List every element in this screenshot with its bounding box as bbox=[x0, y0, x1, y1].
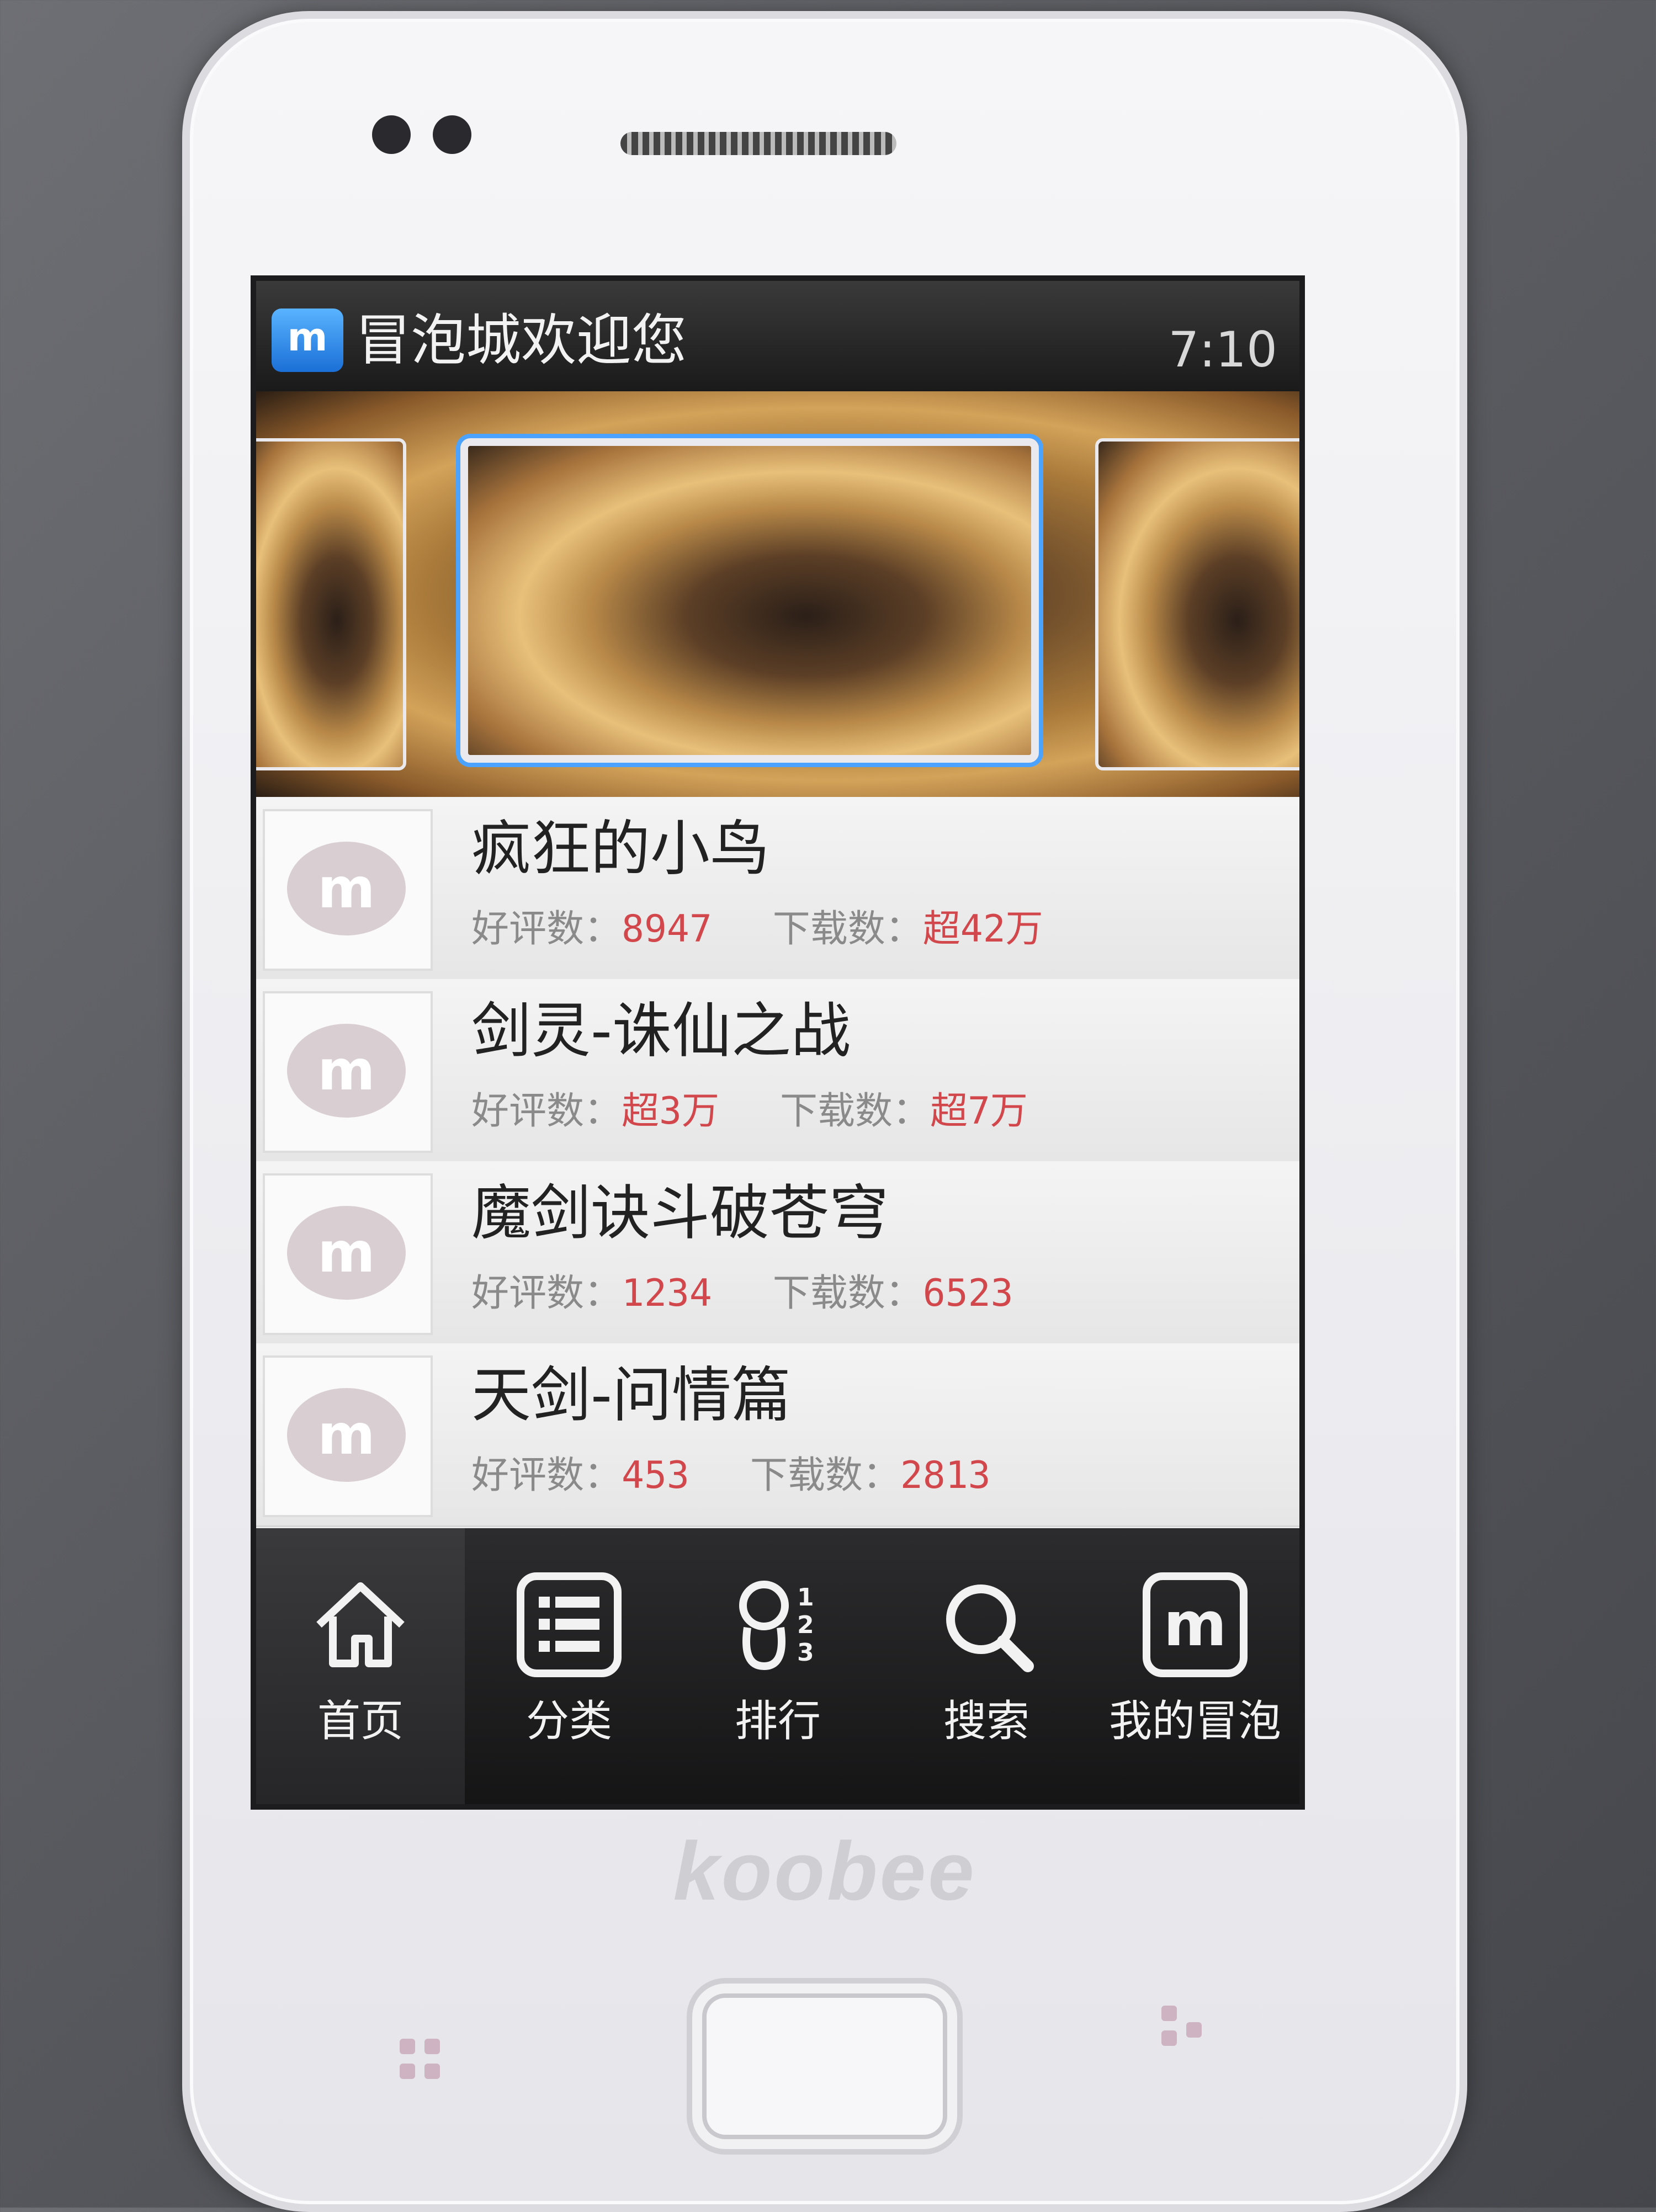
app-name: 剑灵-诛仙之战 bbox=[471, 997, 851, 1066]
app-stats: 好评数：453 下载数：2813 bbox=[471, 1454, 991, 1497]
svg-text:1: 1 bbox=[797, 1583, 814, 1612]
m-logo-icon: m bbox=[287, 1206, 406, 1300]
rating-count: 453 bbox=[622, 1454, 689, 1497]
list-item[interactable]: m 天剑-问情篇 好评数：453 下载数：2813 bbox=[256, 1343, 1299, 1527]
tab-home[interactable]: 首页 bbox=[256, 1528, 465, 1804]
carousel-slide-next[interactable] bbox=[1095, 438, 1299, 770]
svg-text:2: 2 bbox=[797, 1611, 814, 1639]
brand-logo: koobee bbox=[673, 1825, 976, 1917]
app-stats: 好评数：超3万 下载数：超7万 bbox=[471, 1089, 1028, 1133]
clock: 7:10 bbox=[1168, 321, 1277, 378]
tab-label: 首页 bbox=[317, 1697, 404, 1746]
featured-carousel[interactable] bbox=[256, 391, 1299, 797]
list-item[interactable]: m 疯狂的小鸟 好评数：8947 下载数：超42万 bbox=[256, 797, 1299, 981]
screen: m 冒泡城欢迎您 7:10 m 疯狂的小鸟 好评数：8947 下载数：超42万 m… bbox=[256, 281, 1299, 1804]
status-bar: m 冒泡城欢迎您 7:10 bbox=[256, 281, 1299, 391]
app-thumbnail: m bbox=[263, 1173, 433, 1335]
rating-count: 8947 bbox=[622, 907, 712, 951]
list-item[interactable]: m 剑灵-诛仙之战 好评数：超3万 下载数：超7万 bbox=[256, 979, 1299, 1163]
list-item[interactable]: m 魔剑诀斗破苍穹 好评数：1234 下载数：6523 bbox=[256, 1161, 1299, 1345]
svg-text:3: 3 bbox=[797, 1639, 814, 1667]
proximity-sensor bbox=[433, 115, 471, 154]
ranking-icon: 123 bbox=[725, 1572, 830, 1677]
download-count: 2813 bbox=[900, 1454, 991, 1497]
app-name: 天剑-问情篇 bbox=[471, 1361, 791, 1430]
m-logo-icon: m bbox=[287, 1024, 406, 1118]
m-logo-icon: m bbox=[287, 1388, 406, 1482]
tab-search[interactable]: 搜索 bbox=[882, 1528, 1091, 1804]
search-icon bbox=[934, 1572, 1039, 1677]
download-count: 6523 bbox=[922, 1272, 1013, 1315]
tab-label: 排行 bbox=[734, 1697, 821, 1746]
app-thumbnail: m bbox=[263, 1355, 433, 1517]
m-logo-icon: m bbox=[287, 842, 406, 935]
tab-label: 搜索 bbox=[943, 1697, 1029, 1746]
home-button[interactable] bbox=[687, 1978, 963, 2155]
rating-count: 1234 bbox=[622, 1272, 712, 1315]
back-softkey[interactable] bbox=[1161, 2006, 1211, 2055]
app-name: 魔剑诀斗破苍穹 bbox=[471, 1179, 889, 1248]
app-name: 疯狂的小鸟 bbox=[471, 815, 770, 884]
front-camera bbox=[372, 115, 411, 154]
status-title: 冒泡城欢迎您 bbox=[355, 308, 687, 373]
app-thumbnail: m bbox=[263, 809, 433, 971]
tab-my-bubble[interactable]: m 我的冒泡 bbox=[1091, 1528, 1299, 1804]
list-icon bbox=[517, 1572, 622, 1677]
home-icon bbox=[308, 1572, 413, 1677]
bottom-tab-bar: 首页 分类 123 排行 搜索 m 我的冒泡 bbox=[256, 1528, 1299, 1804]
app-stats: 好评数：1234 下载数：6523 bbox=[471, 1272, 1013, 1315]
phone-device: m 冒泡城欢迎您 7:10 m 疯狂的小鸟 好评数：8947 下载数：超42万 m… bbox=[182, 11, 1467, 2212]
tab-ranking[interactable]: 123 排行 bbox=[673, 1528, 882, 1804]
rating-count: 超3万 bbox=[622, 1089, 719, 1133]
app-list: m 疯狂的小鸟 好评数：8947 下载数：超42万 m 剑灵-诛仙之战 好评数：超… bbox=[256, 797, 1299, 1528]
carousel-slide-current[interactable] bbox=[460, 438, 1039, 763]
tab-label: 分类 bbox=[526, 1697, 612, 1746]
m-logo-icon: m bbox=[1143, 1572, 1248, 1677]
download-count: 超7万 bbox=[930, 1089, 1028, 1133]
download-count: 超42万 bbox=[922, 907, 1043, 951]
earpiece-speaker bbox=[620, 132, 896, 155]
app-thumbnail: m bbox=[263, 991, 433, 1153]
bubble-app-icon: m bbox=[272, 309, 343, 372]
tab-label: 我的冒泡 bbox=[1108, 1697, 1281, 1746]
carousel-slide-prev[interactable] bbox=[256, 438, 406, 770]
app-stats: 好评数：8947 下载数：超42万 bbox=[471, 907, 1043, 951]
tab-category[interactable]: 分类 bbox=[465, 1528, 673, 1804]
menu-softkey[interactable] bbox=[400, 2039, 449, 2088]
